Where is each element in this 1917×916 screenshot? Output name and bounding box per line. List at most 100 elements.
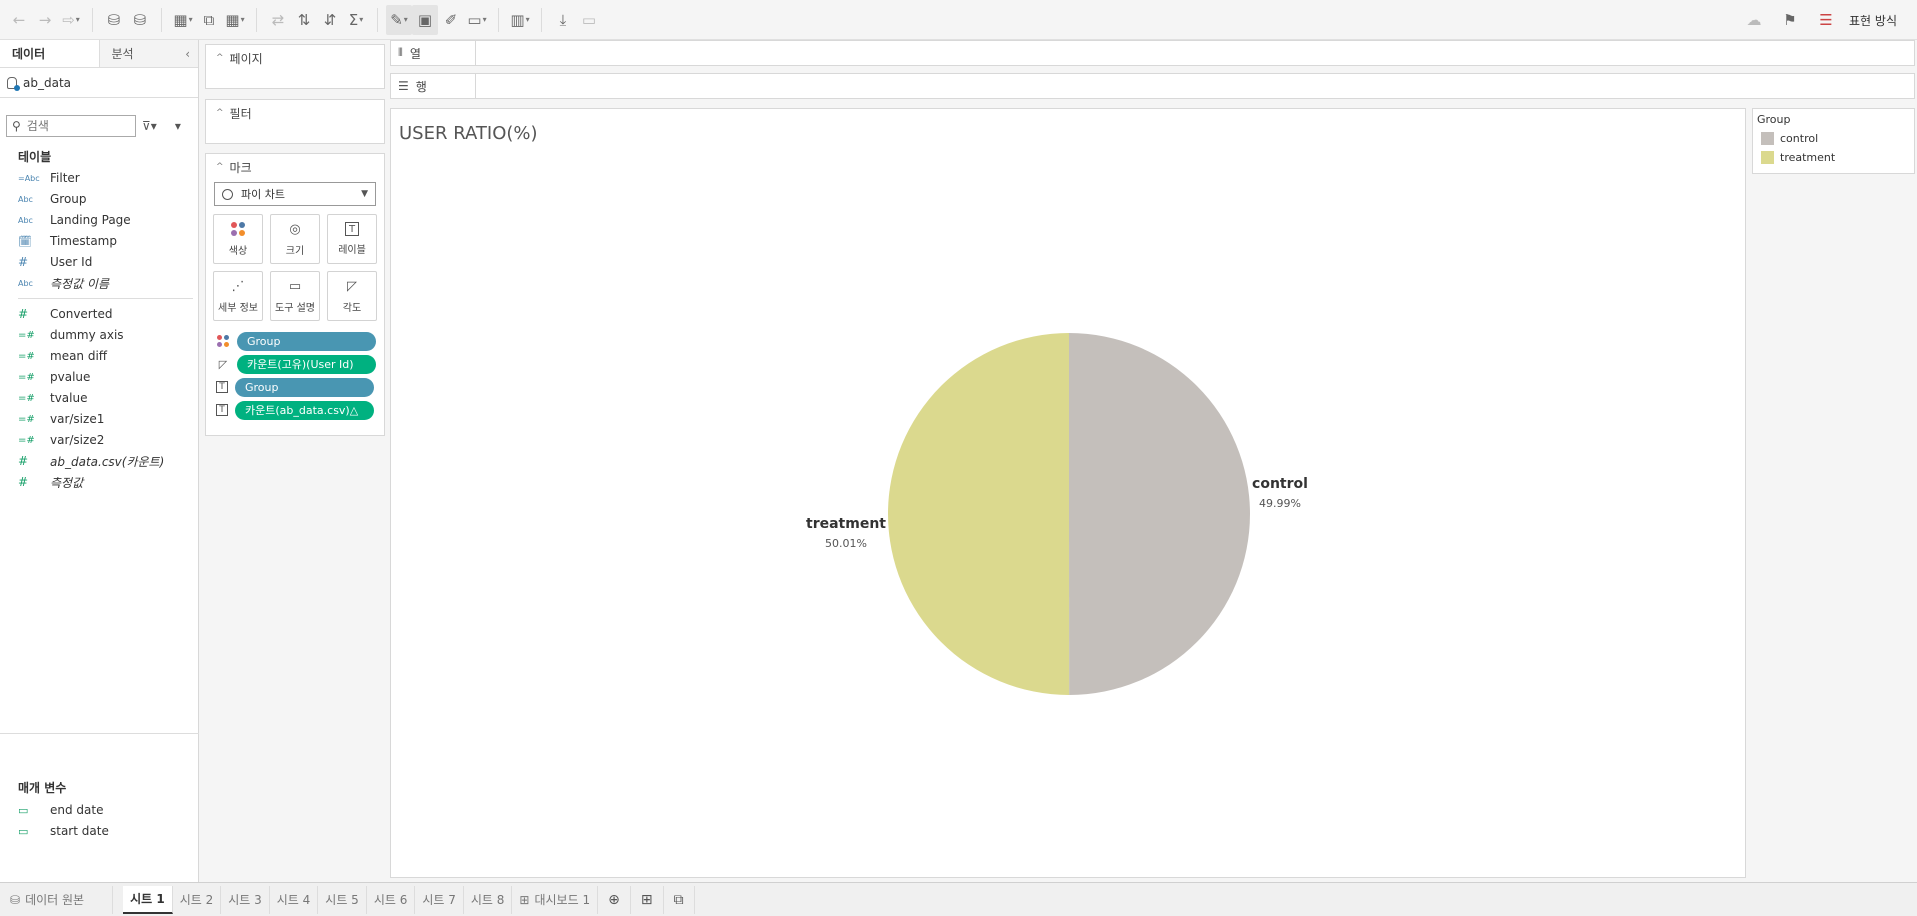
legend-title: Group	[1757, 113, 1791, 126]
field-item[interactable]: 🗓 Timestamp	[18, 231, 117, 251]
field-item[interactable]: # ab_data.csv(카운트)	[18, 451, 164, 471]
parameter-item[interactable]: ▭ start date	[18, 821, 109, 841]
mark-button-label: 크기	[285, 246, 305, 257]
columns-shelf[interactable]: ⦀ 열	[390, 40, 1915, 66]
redo-icon[interactable]: →	[32, 5, 58, 35]
field-item[interactable]: Abc Landing Page	[18, 210, 131, 230]
dashboard-tab-label: 대시보드 1	[534, 893, 591, 907]
totals-icon[interactable]: Σ ▾	[343, 5, 369, 35]
sort-asc-icon[interactable]: ⇅	[291, 5, 317, 35]
download-icon[interactable]: ⤓	[550, 5, 576, 35]
annotate-icon[interactable]: ✐	[438, 5, 464, 35]
collapse-icon[interactable]: ^	[216, 53, 224, 63]
presentation-icon[interactable]: ▭	[576, 5, 602, 35]
datasource-item[interactable]: ab_data	[0, 68, 198, 98]
mark-color-button[interactable]: 색상	[213, 214, 263, 264]
database-icon: ⛁	[10, 892, 21, 907]
dashboard-tab[interactable]: ⊞ 대시보드 1	[512, 885, 599, 914]
datasource-tab-label: 데이터 원본	[25, 893, 85, 907]
new-sheet-icon[interactable]: ▦ ▾	[170, 5, 196, 35]
sheet-tab[interactable]: 시트 4	[270, 885, 319, 914]
mark-size-button[interactable]: ◎ 크기	[270, 214, 320, 264]
field-item[interactable]: # Converted	[18, 304, 112, 324]
field-item[interactable]: =# mean diff	[18, 346, 107, 366]
duplicate-sheet-icon[interactable]: ⧉	[196, 5, 222, 35]
legend-swatch	[1761, 151, 1774, 164]
sheet-tab[interactable]: 시트 7	[415, 885, 464, 914]
search-input[interactable]	[26, 119, 122, 133]
field-item[interactable]: # 측정값	[18, 472, 83, 492]
field-item[interactable]: =# dummy axis	[18, 325, 124, 345]
sheet-tab[interactable]: 시트 6	[367, 885, 416, 914]
mark-type-select[interactable]: 파이 차트 ▼	[214, 182, 376, 206]
sheet-tab[interactable]: 시트 5	[318, 885, 367, 914]
datasource-tab[interactable]: ⛁ 데이터 원본	[0, 885, 114, 914]
sheet-tab[interactable]: 시트 1	[123, 885, 173, 914]
rows-shelf[interactable]: ☰ 행	[390, 73, 1915, 99]
sheet-tab[interactable]: 시트 3	[221, 885, 270, 914]
field-pill[interactable]: 카운트(ab_data.csv)△	[235, 400, 374, 420]
filters-card[interactable]: ^ 필터	[205, 99, 385, 144]
show-labels-icon[interactable]: ▣	[412, 4, 438, 35]
paint-roller-icon[interactable]: ⚑	[1777, 5, 1803, 35]
show-me-icon[interactable]: ▥ ▾	[507, 5, 533, 35]
dashboard-icon: ⊞	[519, 892, 530, 907]
clear-sheet-icon[interactable]: ▦ ▾	[222, 5, 248, 35]
field-pill[interactable]: 카운트(고유)(User Id)	[237, 354, 376, 374]
collapse-icon[interactable]: ^	[216, 162, 224, 172]
field-item[interactable]: =# var/size2	[18, 430, 104, 450]
mark-pill-row: T 카운트(ab_data.csv)△	[216, 400, 384, 420]
show-me-label[interactable]: 표현 방식	[1849, 12, 1897, 29]
new-worksheet-icon[interactable]: ⊕	[598, 885, 631, 914]
mark-detail-button[interactable]: ⋰ 세부 정보	[213, 271, 263, 321]
field-pill[interactable]: Group	[237, 331, 376, 351]
parameter-item[interactable]: ▭ end date	[18, 800, 103, 820]
pause-update-icon[interactable]: ⛁	[127, 5, 153, 35]
number-icon: #	[18, 255, 29, 269]
collapse-pane-icon[interactable]: ‹	[185, 47, 190, 61]
field-pill[interactable]: Group	[235, 377, 374, 397]
sheet-tab[interactable]: 시트 8	[464, 885, 513, 914]
search-field[interactable]: ⚲	[6, 115, 136, 137]
tab-analysis[interactable]: 분석 ‹	[99, 40, 198, 67]
swap-icon[interactable]: ⇄	[265, 5, 291, 35]
number-calc-icon: =#	[18, 392, 35, 404]
slice-label: treatment	[806, 516, 886, 532]
pie-chart[interactable]: control 49.99% treatment 50.01%	[391, 109, 1747, 879]
mark-tooltip-button[interactable]: ▭ 도구 설명	[270, 271, 320, 321]
fit-icon[interactable]: ▭ ▾	[464, 5, 490, 35]
size-icon: ◎	[289, 221, 301, 237]
field-name: mean diff	[50, 349, 108, 363]
view-canvas[interactable]: USER RATIO(%) control 49.99% treatment 50.0…	[390, 108, 1746, 878]
field-item[interactable]: =# var/size1	[18, 409, 104, 429]
show-me-panel-icon[interactable]: ☰	[1813, 5, 1839, 35]
field-item[interactable]: =# tvalue	[18, 388, 87, 408]
cloud-icon[interactable]: ☁	[1741, 5, 1767, 35]
undo-icon[interactable]: ←	[6, 5, 32, 35]
legend-item[interactable]: treatment	[1757, 148, 1910, 167]
mark-angle-button[interactable]: ◸ 각도	[327, 271, 377, 321]
new-dashboard-icon[interactable]: ⊞	[631, 885, 664, 914]
legend-item[interactable]: control	[1757, 129, 1910, 148]
mark-label-button[interactable]: T 레이블	[327, 214, 377, 264]
mark-button-label: 도구 설명	[275, 303, 315, 314]
sort-desc-icon[interactable]: ⇵	[317, 5, 343, 35]
new-story-icon[interactable]: ⧉	[664, 885, 695, 914]
field-item[interactable]: Abc 측정값 이름	[18, 273, 109, 293]
filter-fields-icon[interactable]: ⊽▾	[142, 119, 157, 133]
field-item[interactable]: =# pvalue	[18, 367, 90, 387]
highlight-icon[interactable]: ✎ ▾	[386, 4, 412, 35]
field-item[interactable]: # User Id	[18, 252, 92, 272]
tab-data[interactable]: 데이터	[0, 40, 100, 67]
new-datasource-icon[interactable]: ⛁	[101, 5, 127, 35]
field-item[interactable]: =Abc Filter	[18, 168, 80, 188]
field-item[interactable]: Abc Group	[18, 189, 87, 209]
pie-slice-treatment[interactable]	[887, 333, 1070, 695]
collapse-icon[interactable]: ^	[216, 108, 224, 118]
string-icon: Abc	[18, 194, 33, 204]
pane-menu-icon[interactable]: ▾	[175, 119, 181, 133]
pages-card[interactable]: ^ 페이지	[205, 44, 385, 89]
sheet-tab[interactable]: 시트 2	[173, 885, 222, 914]
pie-slice-control[interactable]	[1069, 333, 1250, 695]
replay-icon[interactable]: ⇨ ▾	[58, 5, 84, 35]
